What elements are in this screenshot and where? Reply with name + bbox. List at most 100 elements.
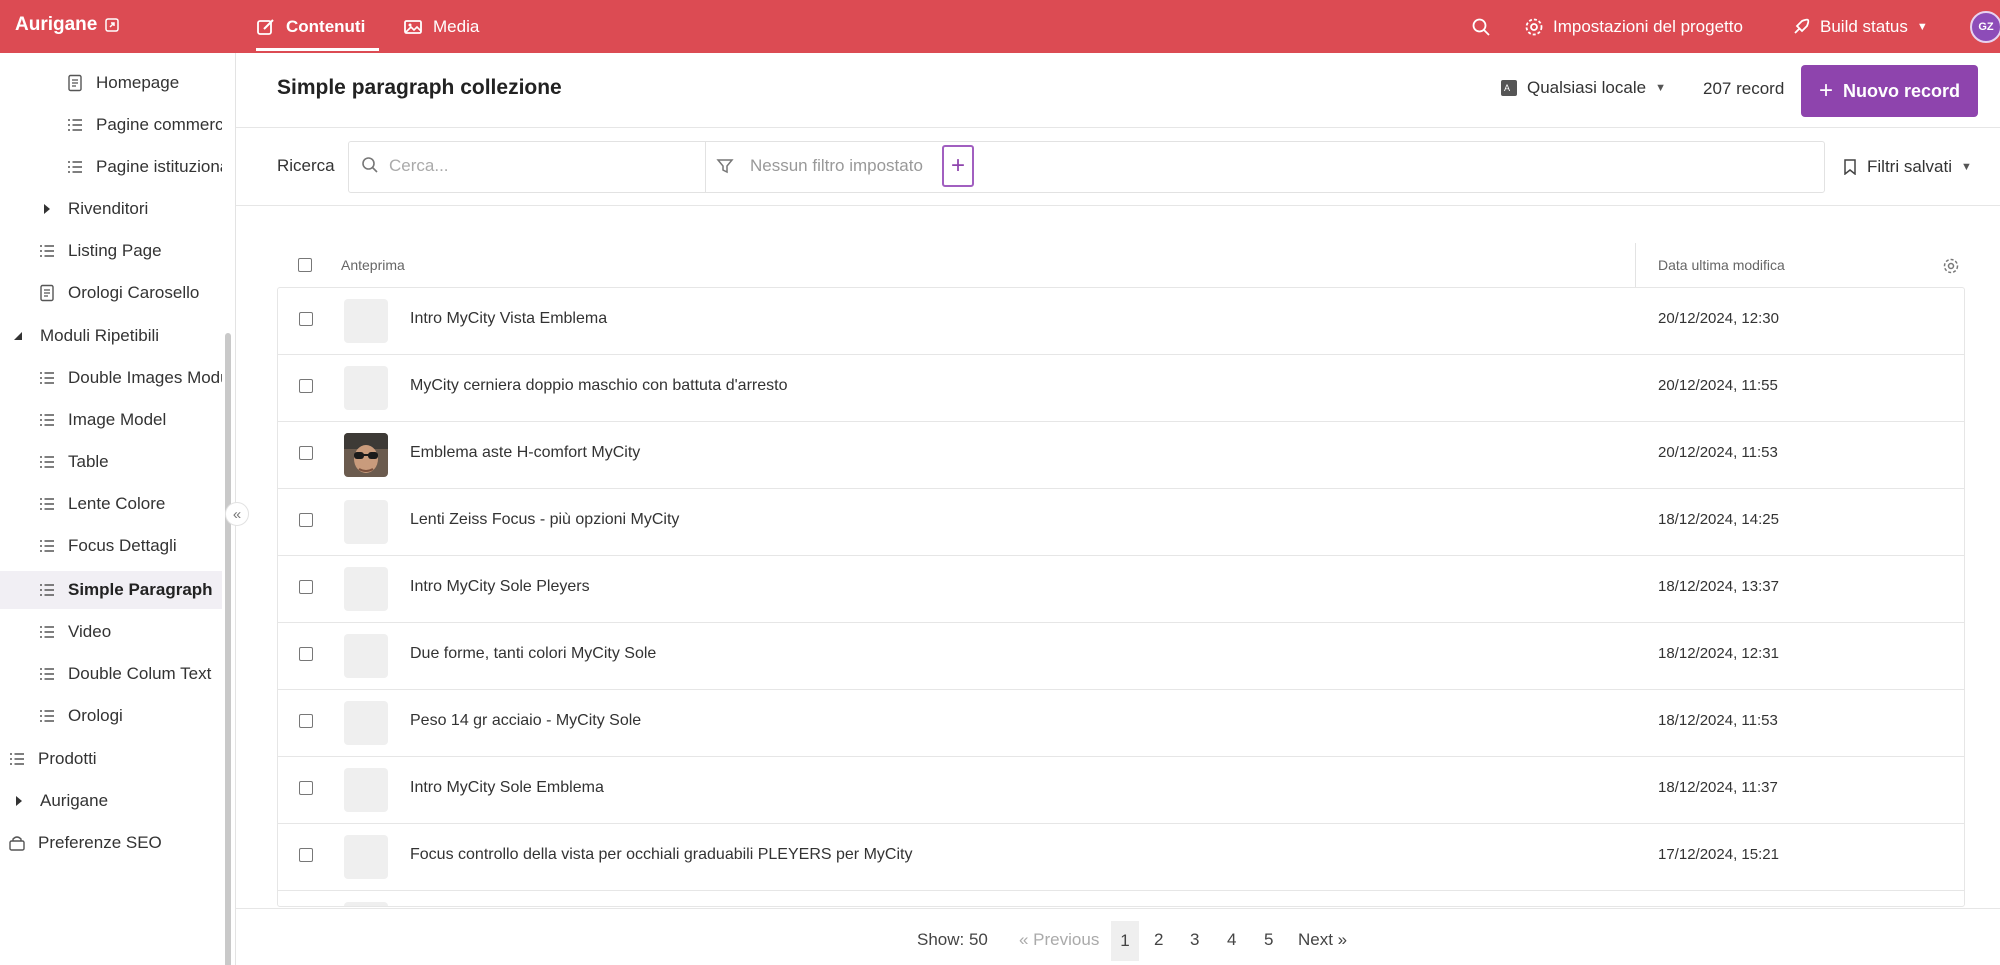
project-settings-label: Impostazioni del progetto xyxy=(1553,16,1743,36)
page-link-5[interactable]: 5 xyxy=(1264,930,1273,950)
sidebar-item-image-model[interactable]: Image Model xyxy=(38,401,222,439)
filter-status[interactable]: Nessun filtro impostato xyxy=(750,156,923,176)
column-header-date[interactable]: Data ultima modifica xyxy=(1658,257,1785,273)
sidebar-item-label: Moduli Ripetibili xyxy=(40,326,160,345)
row-checkbox[interactable] xyxy=(299,446,313,460)
sidebar-item-label: Table xyxy=(68,452,109,471)
record-modified-date: 18/12/2024, 11:37 xyxy=(1658,779,1778,796)
project-settings-button[interactable]: Impostazioni del progetto xyxy=(1524,0,1743,53)
external-link-icon xyxy=(105,18,120,32)
sidebar-item-homepage[interactable]: Homepage xyxy=(66,64,222,102)
column-header-preview[interactable]: Anteprima xyxy=(341,257,405,273)
bookmark-icon xyxy=(1844,159,1856,175)
saved-filters-label: Filtri salvati xyxy=(1867,157,1953,176)
table-row[interactable]: Intro MyCity Vista Emblema 20/12/2024, 12… xyxy=(278,288,1964,355)
locale-selector[interactable]: A Qualsiasi locale ▼ xyxy=(1500,78,1666,98)
user-avatar[interactable]: GZ xyxy=(1970,11,2000,43)
tab-contenuti[interactable]: Contenuti xyxy=(256,0,380,53)
table-row[interactable]: Lenti Zeiss Focus - più opzioni MyCity 18… xyxy=(278,489,1964,556)
list-icon xyxy=(38,495,56,513)
add-filter-button[interactable]: + xyxy=(942,145,974,187)
record-title[interactable]: Due forme, tanti colori MyCity Sole xyxy=(410,645,656,663)
table-row[interactable]: Intro MyCity Sole Pleyers 18/12/2024, 13:… xyxy=(278,556,1964,623)
table-row[interactable]: Emblema aste H-comfort MyCity 20/12/2024,… xyxy=(278,422,1964,489)
sidebar-item-label: Double Colum Text xyxy=(68,664,212,683)
sidebar-scrollbar[interactable] xyxy=(225,333,231,965)
row-checkbox[interactable] xyxy=(299,580,313,594)
page-link-3[interactable]: 3 xyxy=(1190,930,1199,950)
sidebar-item-video[interactable]: Video xyxy=(38,613,222,651)
build-status-button[interactable]: Build status ▼ xyxy=(1791,0,1928,53)
sidebar-item-listing-page[interactable]: Listing Page xyxy=(38,232,222,270)
table-row[interactable] xyxy=(278,891,1964,906)
select-all-checkbox[interactable] xyxy=(298,258,312,272)
sidebar-item-orologi-carosello[interactable]: Orologi Carosello xyxy=(38,274,222,312)
search-divider xyxy=(705,142,706,192)
list-icon xyxy=(66,116,84,134)
global-search-button[interactable] xyxy=(1471,0,1491,53)
sidebar-collapse-button[interactable]: « xyxy=(225,502,249,526)
table-row[interactable]: Focus controllo della vista per occhiali… xyxy=(278,824,1964,891)
table-row[interactable]: Due forme, tanti colori MyCity Sole 18/12… xyxy=(278,623,1964,690)
record-title[interactable]: Lenti Zeiss Focus - più opzioni MyCity xyxy=(410,511,679,529)
row-checkbox[interactable] xyxy=(299,781,313,795)
table-row[interactable]: Peso 14 gr acciaio - MyCity Sole 18/12/20… xyxy=(278,690,1964,757)
preview-placeholder xyxy=(344,634,388,678)
sidebar-item-label: Orologi Carosello xyxy=(68,283,200,302)
sidebar-item-aurigane[interactable]: Aurigane xyxy=(10,782,222,820)
record-title[interactable]: Intro MyCity Sole Emblema xyxy=(410,779,604,797)
sidebar-item-orologi[interactable]: Orologi xyxy=(38,697,222,735)
preview-placeholder xyxy=(344,299,388,343)
image-icon xyxy=(404,19,422,34)
table-row[interactable]: Intro MyCity Sole Emblema 18/12/2024, 11:… xyxy=(278,757,1964,824)
previous-page-link[interactable]: « Previous xyxy=(1019,930,1099,950)
sidebar-item-lente-colore[interactable]: Lente Colore xyxy=(38,485,222,523)
sidebar-item-table[interactable]: Table xyxy=(38,443,222,481)
table-row[interactable]: MyCity cerniera doppio maschio con battu… xyxy=(278,355,1964,422)
sidebar-item-focus-dettagli[interactable]: Focus Dettagli xyxy=(38,527,222,565)
page-link-4[interactable]: 4 xyxy=(1227,930,1236,950)
sidebar-item-label: Listing Page xyxy=(68,241,162,260)
record-modified-date: 18/12/2024, 12:31 xyxy=(1658,645,1779,662)
row-checkbox[interactable] xyxy=(299,513,313,527)
sidebar-item-label: Pagine commerciali xyxy=(96,115,222,134)
record-title[interactable]: Emblema aste H-comfort MyCity xyxy=(410,444,640,462)
search-divider-line xyxy=(236,205,2000,206)
sidebar-item-preferenze-seo[interactable]: Preferenze SEO xyxy=(8,824,222,862)
preview-placeholder xyxy=(344,701,388,745)
sidebar-item-label: Pagine istituzionali xyxy=(96,157,222,176)
new-record-label: Nuovo record xyxy=(1842,80,1961,101)
tab-media[interactable]: Media xyxy=(403,0,479,53)
sidebar-item-pagine-commerciali[interactable]: Pagine commerciali xyxy=(66,106,222,144)
saved-filters-button[interactable]: Filtri salvati ▼ xyxy=(1842,157,1972,177)
record-title[interactable]: Peso 14 gr acciaio - MyCity Sole xyxy=(410,712,641,730)
record-count: 207 record xyxy=(1703,79,1785,98)
row-checkbox[interactable] xyxy=(299,647,313,661)
records-table: Anteprima Data ultima modifica Intro MyC… xyxy=(277,243,1965,907)
build-status-label: Build status xyxy=(1820,16,1908,36)
edit-icon xyxy=(257,18,274,35)
record-title[interactable]: MyCity cerniera doppio maschio con battu… xyxy=(410,377,787,395)
sidebar-item-simple-paragraph[interactable]: Simple Paragraph xyxy=(0,571,222,609)
next-page-link[interactable]: Next » xyxy=(1298,930,1347,950)
row-checkbox[interactable] xyxy=(299,312,313,326)
new-record-button[interactable]: + Nuovo record xyxy=(1801,65,1978,117)
gear-icon[interactable] xyxy=(1942,257,1960,275)
sidebar-item-prodotti[interactable]: Prodotti xyxy=(8,740,222,778)
record-title[interactable]: Focus controllo della vista per occhiali… xyxy=(410,846,912,864)
row-checkbox[interactable] xyxy=(299,379,313,393)
project-brand[interactable]: Aurigane xyxy=(15,14,120,36)
search-input[interactable]: Cerca... xyxy=(389,156,449,176)
page-link-1[interactable]: 1 xyxy=(1111,921,1139,961)
record-title[interactable]: Intro MyCity Sole Pleyers xyxy=(410,578,590,596)
sidebar-item-pagine-istituzionali[interactable]: Pagine istituzionali xyxy=(66,148,222,186)
sidebar-item-double-images-module[interactable]: Double Images Module xyxy=(38,359,222,397)
sidebar-item-moduli-ripetibili[interactable]: Moduli Ripetibili xyxy=(10,317,222,355)
row-checkbox[interactable] xyxy=(299,848,313,862)
row-checkbox[interactable] xyxy=(299,714,313,728)
page-size-selector[interactable]: Show: 50 xyxy=(917,930,988,950)
page-link-2[interactable]: 2 xyxy=(1154,930,1163,950)
sidebar-item-double-colum-text[interactable]: Double Colum Text xyxy=(38,655,222,693)
record-title[interactable]: Intro MyCity Vista Emblema xyxy=(410,310,607,328)
sidebar-item-rivenditori[interactable]: Rivenditori xyxy=(38,190,222,228)
